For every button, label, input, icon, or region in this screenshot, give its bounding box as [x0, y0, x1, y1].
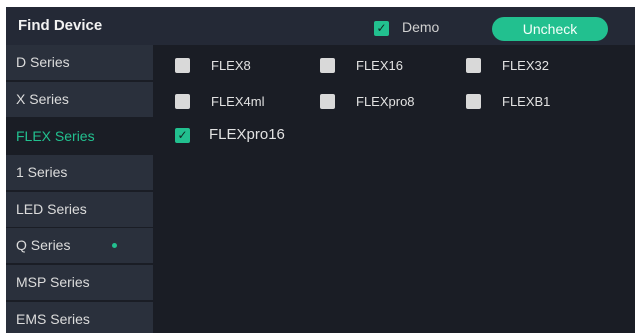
device-label: FLEXB1: [502, 94, 551, 109]
device-label: FLEX8: [211, 58, 251, 73]
uncheck-button[interactable]: Uncheck: [492, 17, 608, 41]
sidebar-item-1-series[interactable]: 1 Series: [6, 155, 153, 190]
header-bar: Find Device ✓ Demo Uncheck: [6, 7, 635, 45]
device-checkbox[interactable]: [175, 58, 190, 73]
series-sidebar: D Series X Series FLEX Series 1 Series L…: [6, 45, 153, 333]
sidebar-item-ems-series[interactable]: EMS Series: [6, 302, 153, 333]
device-checkbox[interactable]: [466, 58, 481, 73]
device-checkbox[interactable]: [320, 94, 335, 109]
sidebar-item-label: EMS Series: [16, 311, 90, 327]
device-label: FLEX16: [356, 58, 403, 73]
find-device-panel: Find Device ✓ Demo Uncheck D Series X Se…: [6, 7, 635, 333]
sidebar-item-label: X Series: [16, 91, 69, 107]
sidebar-item-led-series[interactable]: LED Series: [6, 192, 153, 227]
sidebar-item-label: D Series: [16, 54, 70, 70]
device-label: FLEXpro8: [356, 94, 415, 109]
sidebar-item-x-series[interactable]: X Series: [6, 82, 153, 117]
sidebar-item-label: Q Series: [16, 237, 71, 253]
sidebar-item-msp-series[interactable]: MSP Series: [6, 265, 153, 300]
sidebar-item-label: FLEX Series: [16, 128, 95, 144]
device-checkbox[interactable]: [175, 94, 190, 109]
sidebar-item-label: MSP Series: [16, 274, 90, 290]
sidebar-item-q-series[interactable]: Q Series: [6, 228, 153, 263]
sidebar-item-label: 1 Series: [16, 164, 68, 180]
sidebar-item-flex-series[interactable]: FLEX Series: [6, 119, 153, 154]
indicator-dot-icon: [112, 243, 117, 248]
panel-title: Find Device: [18, 17, 103, 34]
device-checkbox[interactable]: [466, 94, 481, 109]
device-label: FLEXpro16: [209, 126, 285, 143]
demo-checkbox[interactable]: ✓: [374, 21, 389, 36]
demo-label: Demo: [402, 19, 440, 35]
device-label: FLEX4ml: [211, 94, 265, 109]
device-checkbox[interactable]: [320, 58, 335, 73]
device-checkbox[interactable]: ✓: [175, 128, 190, 143]
device-label: FLEX32: [502, 58, 549, 73]
sidebar-item-d-series[interactable]: D Series: [6, 45, 153, 80]
sidebar-item-label: LED Series: [16, 201, 87, 217]
